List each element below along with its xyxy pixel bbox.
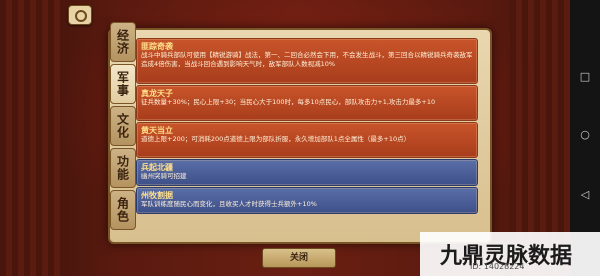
tab-function[interactable]: 功能 <box>110 148 136 188</box>
id-tag: ID: 14028224 <box>470 262 525 271</box>
left-curtain-decoration <box>0 0 60 276</box>
policy-description: 道德上限+200；可消耗200点道德上限为部队折服，永久增加部队1点全属性（最多… <box>141 135 411 143</box>
back-icon[interactable]: ◁ <box>578 188 592 202</box>
policy-list: 匪踪奇袭 战斗中骑兵部队可使用【精锐游骑】战法，第一、二回合必然会下用，不会发生… <box>136 38 478 234</box>
category-tabs: 经济 军事 文化 功能 角色 <box>110 22 136 232</box>
policy-description: 战斗中骑兵部队可使用【精锐游骑】战法，第一、二回合必然会下用，不会发生战斗，第三… <box>141 51 473 68</box>
policy-card[interactable]: 黄天当立 道德上限+200；可消耗200点道德上限为部队折服，永久增加部队1点全… <box>136 122 478 158</box>
policy-card[interactable]: 匪踪奇袭 战斗中骑兵部队可使用【精锐游骑】战法，第一、二回合必然会下用，不会发生… <box>136 38 478 84</box>
tab-military[interactable]: 军事 <box>110 64 136 104</box>
policy-card[interactable]: 真龙天子 征兵数量+30%；民心上限+30；当民心大于100时，每多10点民心，… <box>136 85 478 121</box>
home-icon[interactable]: ○ <box>578 128 592 142</box>
tab-culture[interactable]: 文化 <box>110 106 136 146</box>
close-button[interactable]: 关闭 <box>262 248 336 268</box>
policy-description: 幽州突骑可招建 <box>141 172 187 180</box>
tab-economy[interactable]: 经济 <box>110 22 136 62</box>
camera-icon[interactable] <box>68 5 92 25</box>
tab-character[interactable]: 角色 <box>110 190 136 230</box>
policy-description: 军队训练度随民心而变化，且收买人才时获得士兵额外+10% <box>141 200 317 208</box>
policy-description: 征兵数量+30%；民心上限+30；当民心大于100时，每多10点民心，部队攻击力… <box>141 98 436 106</box>
recent-apps-icon[interactable]: □ <box>578 70 592 84</box>
policy-card[interactable]: 兵起北疆 幽州突骑可招建 <box>136 159 478 186</box>
policy-card[interactable]: 州牧割据 军队训练度随民心而变化，且收买人才时获得士兵额外+10% <box>136 187 478 214</box>
